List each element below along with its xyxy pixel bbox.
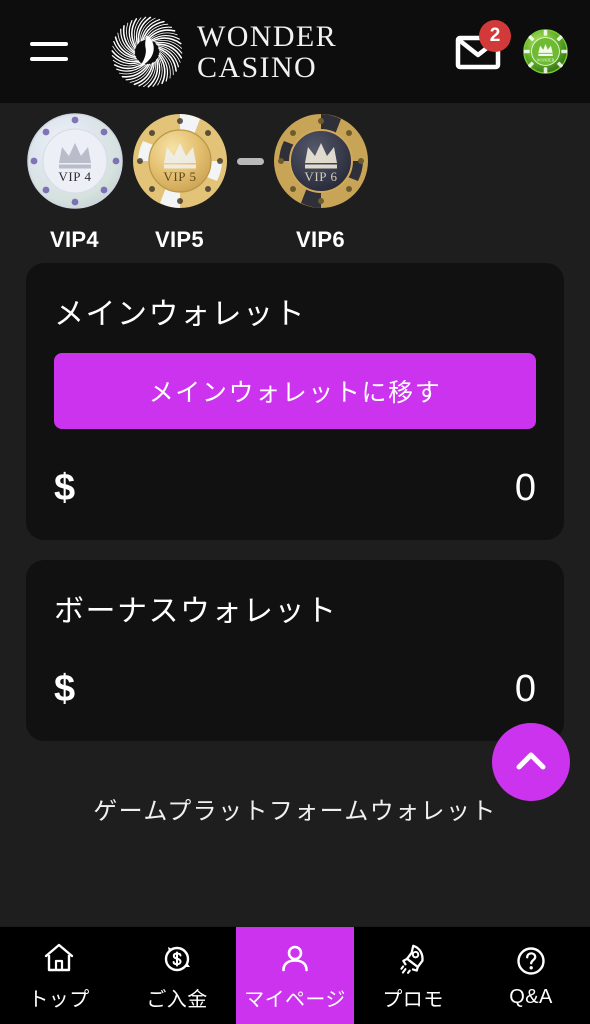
vip5-chip-icon: VIP 5 [132, 114, 227, 208]
brand-line-1: WONDER [197, 19, 338, 53]
vip-separator [232, 157, 268, 165]
game-platform-wallet-label: ゲームプラットフォームウォレット [93, 798, 497, 825]
app-header: WONDER CASINO 2 WONDER [0, 0, 590, 103]
vip-label-row: VIP4 VIP5 VIP6 [0, 227, 590, 253]
nav-item-deposit[interactable]: ご入金 [118, 927, 236, 1024]
nav-label-deposit: ご入金 [146, 988, 208, 1011]
scroll-to-top-button[interactable] [492, 723, 570, 801]
question-circle-icon [517, 946, 545, 975]
main-wallet-currency: $ [54, 467, 76, 509]
main-wallet-title: メインウォレット [54, 298, 306, 331]
svg-text:WONDER: WONDER [537, 57, 555, 62]
vip-label-spacer [232, 227, 268, 253]
vip6-chip-icon: VIP 6 [273, 114, 368, 208]
dash-separator [236, 157, 264, 165]
user-person-icon [282, 945, 308, 971]
vip-label-vip5: VIP5 [155, 227, 204, 252]
coin-dollar-icon [164, 946, 190, 971]
svg-text:VIP 6: VIP 6 [304, 169, 337, 184]
vip-chip-avatar-green[interactable]: WONDER [523, 29, 568, 74]
vip-label-vip6: VIP6 [296, 227, 345, 252]
nav-label-promo: プロモ [382, 988, 444, 1011]
bonus-wallet-title: ボーナスウォレット [54, 595, 338, 628]
nav-item-promo[interactable]: プロモ [354, 927, 472, 1024]
chevron-up-icon [516, 752, 546, 770]
home-icon [44, 943, 74, 971]
vip4-chip-icon: VIP 4 [26, 113, 123, 209]
hamburger-menu-icon[interactable] [30, 37, 72, 67]
svg-text:VIP 5: VIP 5 [163, 169, 196, 184]
nav-item-qa[interactable]: Q&A [472, 927, 590, 1024]
vip-chip-vip6[interactable]: VIP 6 [268, 111, 373, 211]
main-content: メインウォレット メインウォレットに移す $ 0 ボーナスウォレット $ 0 ゲ… [0, 263, 590, 926]
app-root: WONDER CASINO 2 WONDER VIP 4 VIP 5 VIP 6… [0, 0, 590, 1024]
brand-line-2: CASINO [197, 50, 318, 84]
main-wallet-balance-row: $ 0 [54, 467, 536, 510]
vip-tier-strip: VIP 4 VIP 5 VIP 6 VIP4 VIP5 VIP6 [0, 103, 590, 263]
vip-chip-row: VIP 4 VIP 5 VIP 6 [0, 111, 590, 211]
bottom-navigation-bar: トップ ご入金 マイページ プロモ Q&A [0, 926, 590, 1024]
mail-unread-badge: 2 [479, 19, 511, 52]
header-actions: 2 WONDER [455, 19, 568, 75]
bonus-wallet-currency: $ [54, 668, 76, 710]
hamburger-line [30, 42, 68, 46]
wonder-casino-spiral-logo [111, 16, 183, 88]
mail-button[interactable]: 2 [455, 19, 511, 75]
hamburger-line [30, 57, 68, 61]
nav-item-mypage[interactable]: マイページ [236, 927, 354, 1024]
bonus-wallet-balance-row: $ 0 [54, 668, 536, 711]
vip-label-vip4: VIP4 [50, 227, 99, 252]
transfer-to-main-wallet-button[interactable]: メインウォレットに移す [54, 353, 536, 429]
main-wallet-balance: 0 [514, 467, 536, 509]
nav-label-mypage: マイページ [244, 988, 346, 1011]
brand-wordmark: WONDER CASINO [197, 21, 337, 83]
vip-chip-vip5[interactable]: VIP 5 [127, 111, 232, 211]
vip-chip-vip4[interactable]: VIP 4 [22, 111, 127, 211]
nav-label-qa: Q&A [509, 985, 553, 1008]
nav-label-top: トップ [28, 988, 90, 1011]
rocket-icon [400, 944, 424, 974]
nav-item-top[interactable]: トップ [0, 927, 118, 1024]
brand-logo[interactable]: WONDER CASINO [110, 15, 337, 89]
main-wallet-card: メインウォレット メインウォレットに移す $ 0 [26, 263, 564, 540]
bonus-wallet-card: ボーナスウォレット $ 0 [26, 560, 564, 741]
svg-text:VIP 4: VIP 4 [58, 169, 91, 184]
bonus-wallet-balance: 0 [514, 668, 536, 710]
